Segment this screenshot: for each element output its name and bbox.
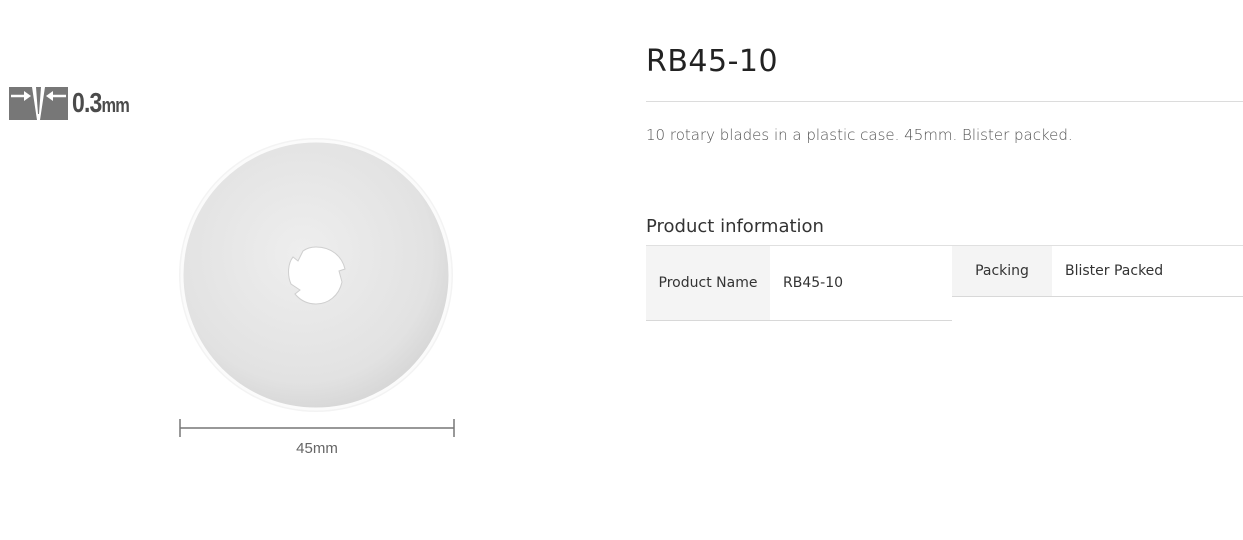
product-information-heading: Product information (646, 216, 824, 237)
spec-table-packing: Packing Blister Packed (952, 245, 1243, 297)
product-title: RB45-10 (646, 44, 779, 79)
spec-value-product-name: RB45-10 (770, 245, 952, 321)
title-divider (646, 101, 1243, 102)
product-description: 10 rotary blades in a plastic case. 45mm… (646, 126, 1073, 144)
product-image: 45mm (170, 130, 470, 470)
spec-label-product-name: Product Name (646, 245, 770, 321)
table-row: Packing Blister Packed (952, 245, 1243, 297)
product-info-panel: RB45-10 10 rotary blades in a plastic ca… (646, 40, 1243, 321)
rotary-blade-image (179, 138, 453, 412)
thickness-badge: 0.3mm (9, 87, 142, 120)
spec-tables: Product Name RB45-10 Packing Blister Pac… (646, 245, 1243, 321)
spec-table-product-name: Product Name RB45-10 (646, 245, 952, 321)
thickness-unit: mm (101, 95, 130, 117)
table-row: Product Name RB45-10 (646, 245, 952, 321)
dimension-label: 45mm (296, 440, 338, 457)
blade-thickness-icon (9, 87, 68, 120)
thickness-value: 0.3mm (72, 87, 130, 120)
thickness-number: 0.3 (72, 87, 102, 118)
dimension-line (179, 419, 455, 437)
spec-value-packing: Blister Packed (1052, 245, 1243, 297)
spec-label-packing: Packing (952, 245, 1052, 297)
